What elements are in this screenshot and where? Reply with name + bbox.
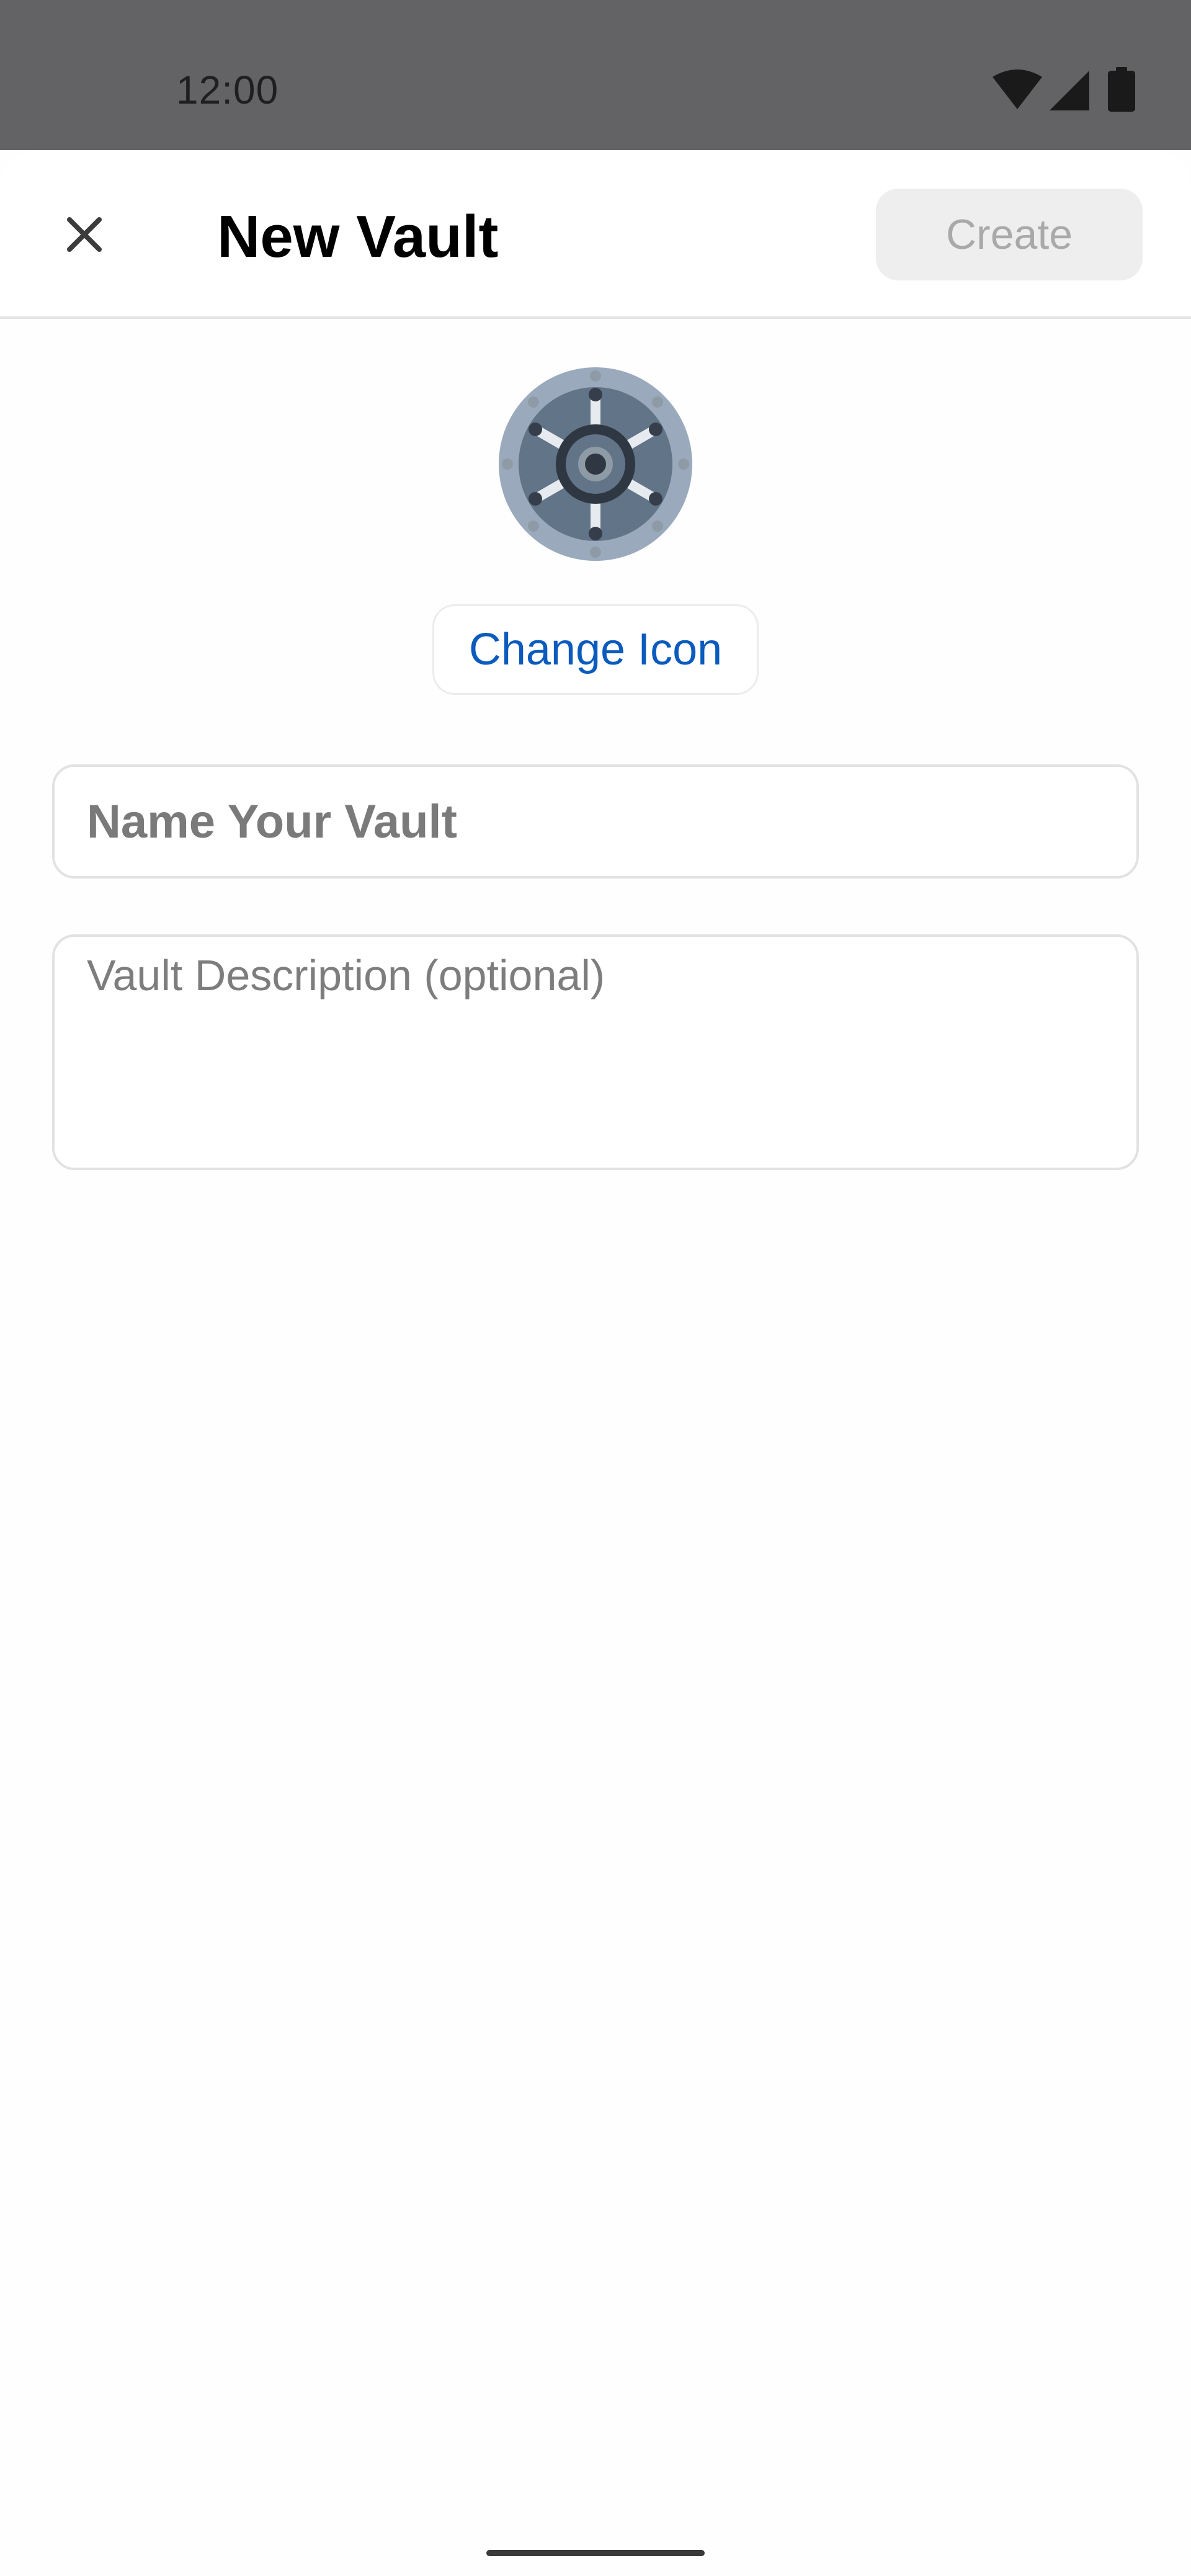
close-icon — [67, 217, 102, 252]
sheet-header: New Vault Create — [0, 150, 1191, 319]
wifi-icon — [993, 69, 1042, 109]
vault-name-input[interactable] — [52, 764, 1139, 879]
home-indicator[interactable] — [486, 2550, 705, 2556]
new-vault-sheet: New Vault Create Change Icon Name Your V… — [0, 150, 1191, 2576]
close-button[interactable] — [53, 203, 115, 266]
battery-icon — [1108, 67, 1135, 112]
vault-safe-icon — [499, 367, 692, 561]
signal-icon — [1050, 71, 1089, 110]
create-button[interactable]: Create — [876, 189, 1143, 280]
page-title: New Vault — [217, 203, 499, 270]
vault-description-input[interactable] — [52, 934, 1139, 1170]
change-icon-button[interactable]: Change Icon — [432, 604, 759, 695]
status-bar: 12:00 — [0, 0, 1191, 150]
status-time: 12:00 — [176, 68, 279, 112]
